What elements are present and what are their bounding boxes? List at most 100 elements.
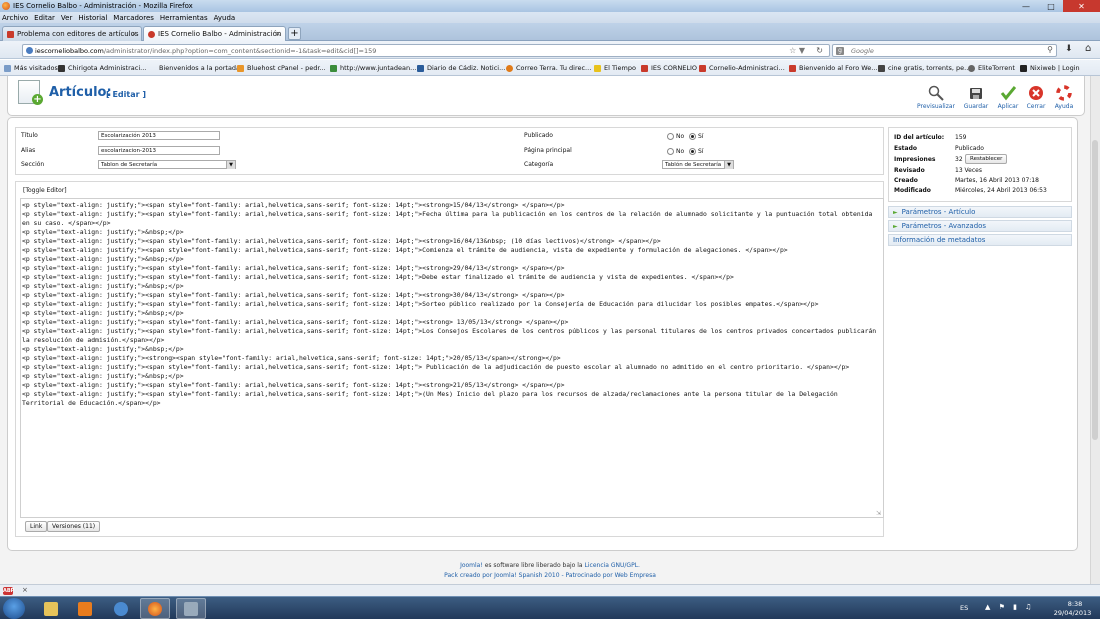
adblock-icon[interactable]: ABP [3,587,14,595]
bookmark-item[interactable]: El Tiempo [594,63,636,73]
category-select[interactable]: Tablón de Secretaría ▼ [662,160,734,169]
title-label: Título [21,132,38,139]
bookmark-item[interactable]: Nixiweb | Login [1020,63,1080,73]
code-line: <p style="text-align: justify;">&nbsp;</… [22,372,184,380]
frontpage-yes-radio[interactable] [689,148,696,155]
menu-ayuda[interactable]: Ayuda [214,14,236,22]
info-label: Impresiones [894,156,936,163]
toggle-editor-link[interactable]: [Toggle Editor] [23,187,67,194]
tab-problema[interactable]: Problema con editores de artículos - ...… [2,26,142,41]
clock-date[interactable]: 29/04/2013 [1050,609,1095,617]
chevron-down-icon: ▼ [226,161,235,169]
bookmark-item[interactable]: Bluehost cPanel - pedr... [237,63,326,73]
code-line: <p style="text-align: justify;"><span st… [22,381,565,389]
footer-credits[interactable]: Pack creado por Joomla! Spanish 2010 - P… [0,572,1100,579]
bookmark-item[interactable]: cine gratis, torrents, pe... [878,63,970,73]
versions-button[interactable]: Versiones (11) [47,521,101,532]
reset-hits-button[interactable]: Restablecer [965,154,1008,164]
menu-marcadores[interactable]: Marcadores [113,14,154,22]
search-placeholder: Google [851,46,874,55]
code-line: <p style="text-align: justify;"><span st… [22,327,881,344]
taskbar-firefox[interactable] [140,598,170,619]
taskbar-explorer[interactable] [36,598,66,619]
code-line: <p style="text-align: justify;">&nbsp;</… [22,282,184,290]
tab-administracion[interactable]: IES Cornelio Balbo - Administración × [143,26,286,41]
search-engine-icon[interactable]: g [836,47,844,55]
search-icon[interactable]: ⚲ [1047,45,1053,54]
new-tab-button[interactable]: + [288,27,301,40]
maximize-button[interactable]: □ [1039,0,1063,12]
title-input[interactable]: Escolarización 2013 [98,131,220,140]
info-label: Revisado [894,167,925,174]
article-html-textarea[interactable]: <p style="text-align: justify;"><span st… [20,198,884,518]
bookmark-item[interactable]: Bienvenido al Foro We... [789,63,877,73]
chevron-down-icon: ▼ [724,161,733,169]
reload-icon[interactable]: ↻ [816,46,823,55]
save-button[interactable]: Guardar [958,80,994,110]
license-link[interactable]: Licencia GNU/GPL. [585,562,640,569]
bookmark-item[interactable]: Chirigota Administraci... [58,63,146,73]
taskbar-media-player[interactable] [70,598,100,619]
resize-grip-icon[interactable]: ⇲ [876,510,881,517]
start-button[interactable] [3,598,25,619]
clock-time[interactable]: 8:38 [1055,600,1095,608]
menu-archivo[interactable]: Archivo [2,14,28,22]
alias-input[interactable]: escolarizacion-2013 [98,146,220,155]
bookmark-icon [878,64,885,72]
close-tab-icon[interactable]: × [131,30,137,38]
menu-historial[interactable]: Historial [78,14,107,22]
downloads-icon[interactable]: ⬇ [1065,44,1073,54]
published-no-radio[interactable] [667,133,674,140]
section-select[interactable]: Tablon de Secretaría ▼ [98,160,236,169]
joomla-link[interactable]: Joomla! [460,562,483,569]
radio-label: Sí [698,133,704,140]
info-label: Estado [894,145,918,152]
code-line: <p style="text-align: justify;"><span st… [22,318,569,326]
bookmark-item[interactable]: Cornelio-Administraci... [699,63,785,73]
close-addon-bar-icon[interactable]: × [22,586,28,594]
close-window-button[interactable]: ✕ [1063,0,1100,12]
code-line: <p style="text-align: justify;"><span st… [22,390,842,407]
link-button[interactable]: Link [25,521,48,532]
published-yes-radio[interactable] [689,133,696,140]
close-tab-icon[interactable]: × [275,30,281,38]
folder-icon [4,64,11,72]
help-button[interactable]: Ayuda [1046,80,1082,110]
bookmark-star-icon[interactable]: ☆ ▼ [789,46,805,55]
scrollbar-thumb[interactable] [1092,140,1098,440]
bookmark-item[interactable]: EliteTorrent [968,63,1015,73]
tab-label: Problema con editores de artículos - ... [17,30,142,38]
site-identity-icon[interactable] [26,47,33,54]
bookmark-item[interactable]: IES CORNELIO [641,63,697,73]
bookmark-item[interactable]: Correo Terra. Tu direc... [506,63,591,73]
article-add-icon: + [18,80,43,105]
home-icon[interactable]: ⌂ [1085,43,1091,54]
frontpage-label: Página principal [524,147,572,154]
search-input[interactable]: g Google ⚲ [832,44,1057,57]
info-value: Martes, 16 Abril 2013 07:18 [955,177,1039,184]
language-indicator[interactable]: ES [960,604,968,612]
info-value: Publicado [955,145,984,152]
bookmark-item[interactable]: http://www.juntadean... [330,63,416,73]
taskbar-app[interactable] [106,598,136,619]
bookmark-item[interactable]: Diario de Cádiz. Notici... [417,63,505,73]
taskbar-app2[interactable] [176,598,206,619]
lifebuoy-icon [1056,85,1072,101]
menu-editar[interactable]: Editar [34,14,55,22]
code-line: <p style="text-align: justify;">&nbsp;</… [22,309,184,317]
menu-ver[interactable]: Ver [61,14,72,22]
url-bar[interactable]: iescorneliobalbo.com/administrator/index… [22,44,830,57]
preview-button[interactable]: Previsualizar [917,80,955,110]
menu-herramientas[interactable]: Herramientas [160,14,208,22]
accordion-advanced-params[interactable]: ► Parámetros - Avanzados [888,220,1072,232]
media-player-icon [78,601,92,616]
accordion-metadata[interactable]: Información de metadatos [888,234,1072,246]
tray-icons[interactable]: ▲ ⚑ ▮ ♫ [985,603,1034,611]
accordion-article-params[interactable]: ► Parámetros - Artículo [888,206,1072,218]
info-value: Miércoles, 24 Abril 2013 06:53 [955,187,1047,194]
frontpage-no-radio[interactable] [667,148,674,155]
bookmark-item[interactable]: Más visitados [4,63,58,73]
bookmark-item[interactable]: Bienvenidos a la portada [159,63,240,73]
code-line: <p style="text-align: justify;"><span st… [22,237,661,245]
minimize-button[interactable]: — [1013,0,1039,12]
